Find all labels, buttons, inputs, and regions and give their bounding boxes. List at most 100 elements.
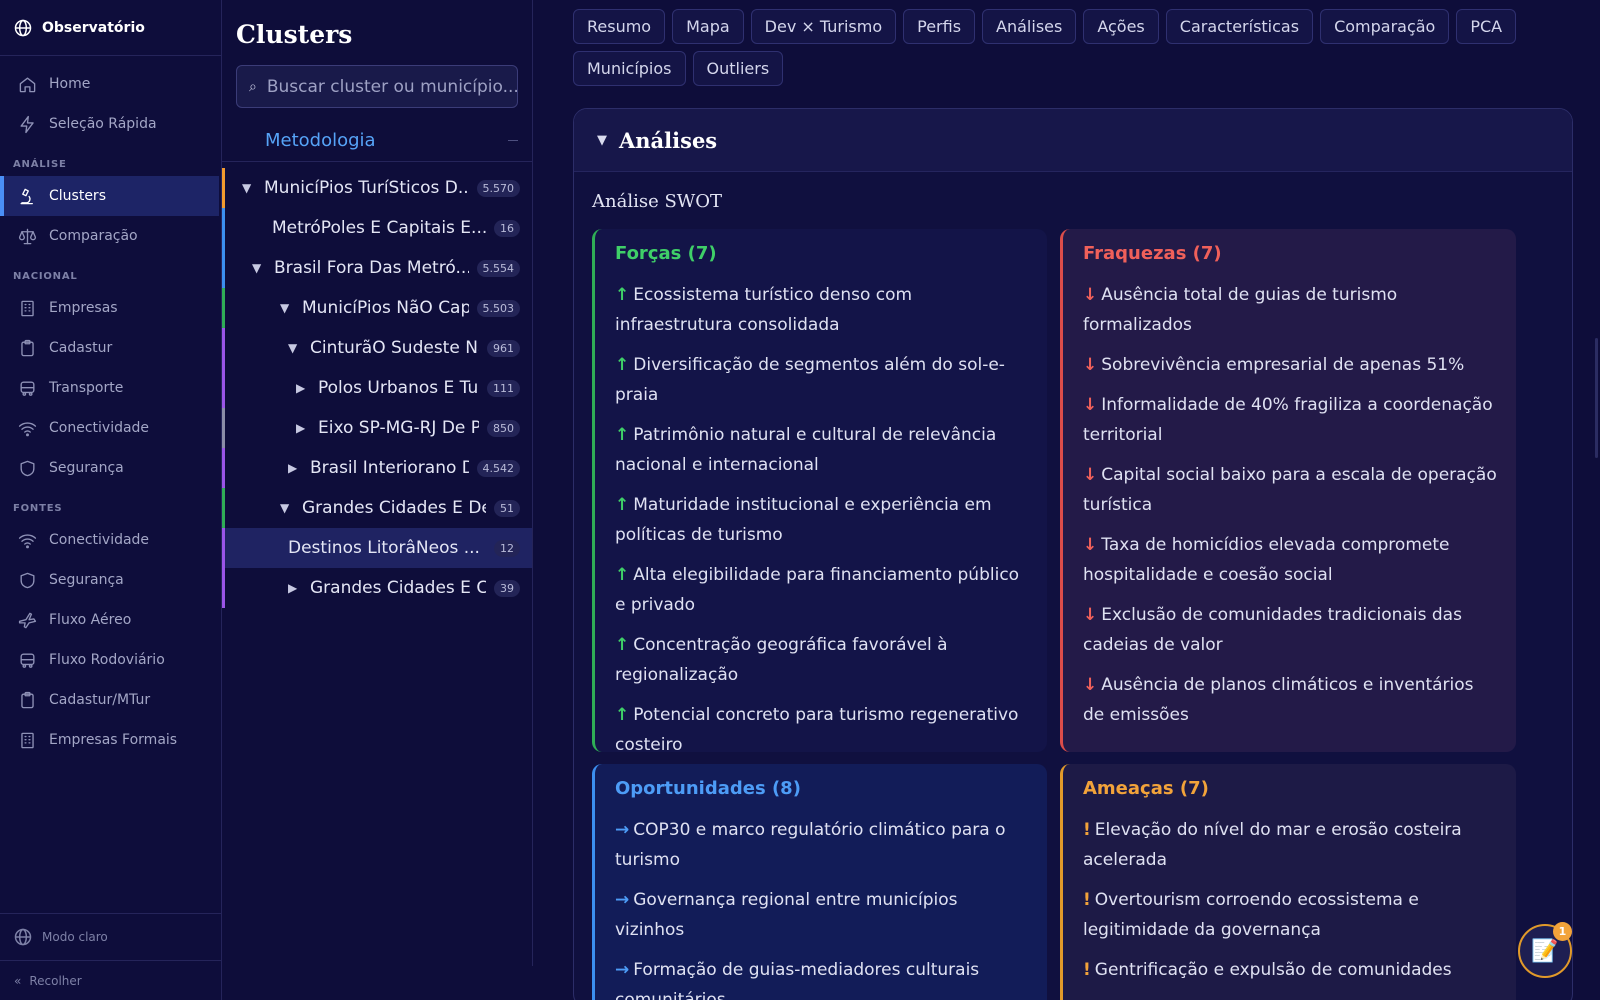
methodology-row: Metodologia	[222, 119, 532, 162]
theme-toggle[interactable]: Modo claro	[0, 913, 221, 960]
collapse-label: Recolher	[29, 973, 82, 988]
chevron-down-icon[interactable]: ▼	[280, 301, 292, 315]
chevron-down-icon[interactable]: ▼	[280, 501, 292, 515]
cluster-color-bar	[222, 328, 225, 368]
sidebar-item-empresas[interactable]: Empresas	[0, 288, 221, 328]
sidebar-item-label: Empresas	[49, 300, 118, 316]
tab-outliers[interactable]: Outliers	[692, 51, 784, 86]
cluster-tree-item[interactable]: ▼ Brasil Fora Das Metró... 5.554	[222, 248, 532, 288]
methodology-link[interactable]: Metodologia	[265, 130, 376, 151]
chevron-right-icon[interactable]: ▶	[296, 381, 308, 395]
cluster-panel-title: Clusters	[236, 20, 353, 49]
tab-pca[interactable]: PCA	[1456, 9, 1517, 44]
swot-marker-icon: ↓	[1083, 355, 1098, 375]
sidebar-item-transporte[interactable]: Transporte	[0, 368, 221, 408]
globe-icon	[14, 19, 32, 36]
sidebar-item-comparacao[interactable]: Comparação	[0, 216, 221, 256]
cluster-tree-item[interactable]: ▶ Eixo SP-MG-RJ De Pe... 850	[222, 408, 532, 448]
analises-header[interactable]: ▼ Análises	[574, 109, 1572, 172]
cluster-count-badge: 39	[494, 579, 520, 597]
sidebar-item-selecao-rapida[interactable]: Seleção Rápida	[0, 104, 221, 144]
cluster-color-bar	[222, 248, 225, 288]
sidebar-item-cadastur-mtur[interactable]: Cadastur/MTur	[0, 680, 221, 720]
building-icon	[21, 300, 34, 316]
sidebar-item-label: Cadastur/MTur	[49, 692, 151, 708]
swot-fraquezas-list: ↓ Ausência total de guias de turismo form…	[1083, 280, 1500, 730]
tab-municipios[interactable]: Municípios	[573, 51, 686, 86]
swot-item: → Governança regional entre municípios vi…	[615, 885, 1031, 945]
swot-item: → Formação de guias-mediadores culturais …	[615, 955, 1031, 1000]
analises-title: Análises	[619, 127, 718, 153]
chevron-down-icon[interactable]: ▼	[288, 341, 300, 355]
scrollbar-thumb[interactable]	[1595, 338, 1598, 458]
sidebar-item-seguranca[interactable]: Segurança	[0, 448, 221, 488]
building-icon	[21, 732, 34, 748]
chevron-down-icon: ▼	[597, 132, 607, 148]
swot-marker-icon: ↓	[1083, 285, 1098, 305]
cluster-tree-label: Destinos LitorâNeos ...	[288, 538, 480, 558]
chevron-down-icon[interactable]: ▼	[242, 181, 254, 195]
cluster-tree-item[interactable]: MetróPoles E Capitais E... 16	[222, 208, 532, 248]
swot-item: ↑ Ecossistema turístico denso com infraes…	[615, 280, 1031, 340]
chevron-right-icon[interactable]: ▶	[288, 461, 300, 475]
cluster-color-bar	[222, 448, 225, 488]
tab-comparacao[interactable]: Comparação	[1320, 9, 1450, 44]
sidebar-item-fluxo-aereo[interactable]: Fluxo Aéreo	[0, 600, 221, 640]
cluster-tree-item[interactable]: ▼ MunicíPios NãO Capi... 5.503	[222, 288, 532, 328]
cluster-tree-label: Eixo SP-MG-RJ De Pe...	[318, 418, 479, 438]
swot-ameacas-list: ! Elevação do nível do mar e erosão coste…	[1083, 815, 1500, 985]
shield-icon	[20, 460, 35, 476]
sidebar-item-clusters[interactable]: Clusters	[0, 176, 219, 216]
chevron-right-icon[interactable]: ▶	[288, 581, 300, 595]
sidebar-item-home[interactable]: Home	[0, 64, 221, 104]
swot-item: ↓ Taxa de homicídios elevada compromete h…	[1083, 530, 1500, 590]
tab-perfis[interactable]: Perfis	[903, 9, 976, 44]
tab-dev-turismo[interactable]: Dev × Turismo	[750, 9, 897, 44]
sidebar-item-label: Cadastur	[49, 340, 113, 356]
scale-icon	[18, 228, 37, 244]
sidebar-item-conectividade[interactable]: Conectividade	[0, 408, 221, 448]
cluster-search-input[interactable]: ⌕ Buscar cluster ou município...	[236, 65, 518, 108]
tab-mapa[interactable]: Mapa	[672, 9, 744, 44]
tab-acoes[interactable]: Ações	[1083, 9, 1159, 44]
swot-marker-icon: ↓	[1083, 535, 1098, 555]
cluster-tree-item[interactable]: Destinos LitorâNeos ... 12	[222, 528, 532, 568]
tab-analises[interactable]: Análises	[982, 9, 1077, 44]
cluster-tree-item[interactable]: ▼ CinturãO Sudeste Nã... 961	[222, 328, 532, 368]
sidebar-section-nacional: NACIONAL	[13, 271, 78, 282]
cluster-tree-item[interactable]: ▶ Polos Urbanos E Turí... 111	[222, 368, 532, 408]
cluster-tree-label: MetróPoles E Capitais E...	[272, 218, 486, 238]
swot-forcas: Forças (7) ↑ Ecossistema turístico denso …	[592, 229, 1047, 755]
brand[interactable]: Observatório	[0, 0, 221, 56]
sidebar-item-empresas-formais[interactable]: Empresas Formais	[0, 720, 221, 760]
cluster-color-bar	[222, 568, 225, 608]
cluster-tree-label: Brasil Interiorano D...	[310, 458, 469, 478]
swot-item: ↓ Exclusão de comunidades tradicionais da…	[1083, 600, 1500, 660]
chevron-right-icon[interactable]: ▶	[296, 421, 308, 435]
sidebar-item-label: Fluxo Aéreo	[49, 612, 132, 628]
brand-name: Observatório	[42, 19, 145, 36]
cluster-tree-item[interactable]: ▼ Grandes Cidades E Des... 51	[222, 488, 532, 528]
wifi-icon	[18, 421, 37, 436]
tab-resumo[interactable]: Resumo	[573, 9, 666, 44]
sidebar-item-fluxo-rodoviario[interactable]: Fluxo Rodoviário	[0, 640, 221, 680]
swot-item-text: Concentração geográfica favorável à regi…	[615, 635, 948, 685]
sidebar-item-label: Segurança	[49, 460, 124, 476]
sidebar-item-conectividade[interactable]: Conectividade	[0, 520, 221, 560]
cluster-tree-item[interactable]: ▶ Grandes Cidades E Ca... 39	[222, 568, 532, 608]
bus-icon	[20, 380, 35, 396]
search-placeholder: Buscar cluster ou município...	[266, 76, 518, 97]
cluster-tree-item[interactable]: ▼ MunicíPios TuríSticos D... 5.570	[222, 168, 532, 208]
collapse-button[interactable]: « Recolher	[0, 960, 221, 1000]
sidebar: Observatório Home Seleção Rápida ANÁLISE Cl…	[0, 0, 222, 1000]
swot-marker-icon: ↑	[615, 705, 630, 725]
swot-item-text: Diversificação de segmentos além do sol-…	[615, 355, 1005, 405]
cluster-count-badge: 111	[487, 379, 520, 397]
chevron-down-icon[interactable]: ▼	[252, 261, 264, 275]
tab-bar: Resumo Mapa Dev × Turismo Perfis Análises Açõ…	[573, 9, 1573, 86]
tab-caracteristicas[interactable]: Características	[1165, 9, 1314, 44]
cluster-tree-item[interactable]: ▶ Brasil Interiorano D... 4.542	[222, 448, 532, 488]
collapse-dash-icon[interactable]	[508, 139, 518, 141]
sidebar-item-cadastur[interactable]: Cadastur	[0, 328, 221, 368]
sidebar-item-seguranca[interactable]: Segurança	[0, 560, 221, 600]
